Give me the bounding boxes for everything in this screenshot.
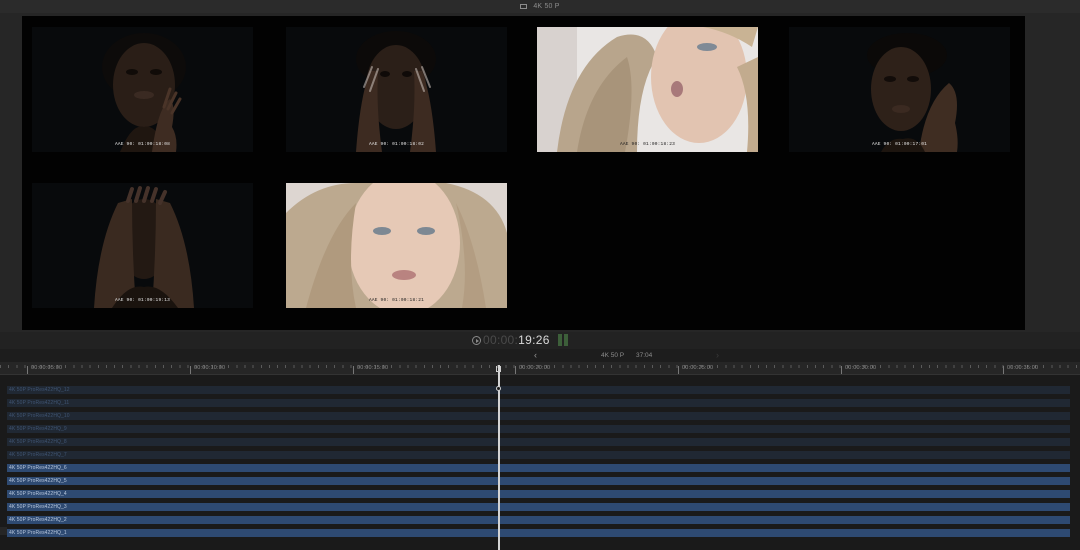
ruler-label: 00:00:05:00: [31, 365, 63, 371]
viewer-area: AAE 90: 01:00:18:08 AAE 90: 01:00:18:02: [0, 13, 1080, 332]
track-clip-8[interactable]: 4K 50P ProRes422HQ_8: [7, 438, 1070, 446]
film-icon: [520, 4, 528, 9]
audio-meter: [558, 334, 568, 346]
ruler-label: 00:00:35:00: [1007, 365, 1039, 371]
ruler-tick: [515, 366, 516, 374]
ruler-tick: [841, 366, 842, 374]
ruler-label: 00:00:15:00: [357, 365, 389, 371]
track-clip-7[interactable]: 4K 50P ProRes422HQ_7: [7, 451, 1070, 459]
angle-tile-1[interactable]: AAE 90: 01:00:18:08: [32, 27, 253, 152]
tile-timecode: AAE 90: 01:00:18:02: [368, 142, 425, 147]
angle-tile-3[interactable]: AAE 90: 01:00:18:23: [537, 27, 758, 152]
track-clip-9[interactable]: 4K 50P ProRes422HQ_9: [7, 425, 1070, 433]
angle-3-image: [537, 27, 758, 152]
ruler-tick: [1003, 366, 1004, 374]
ruler-tick: [190, 366, 191, 374]
angle-6-image: [286, 183, 507, 308]
track-clip-6[interactable]: 4K 50P ProRes422HQ_6: [7, 464, 1070, 472]
timeline-ruler[interactable]: 00:00:05:00 00:00:10:00 00:00:15:00 00:0…: [0, 362, 1080, 375]
forward-arrow-icon[interactable]: ›: [716, 350, 719, 360]
ruler-tick: [353, 366, 354, 374]
track-clip-3[interactable]: 4K 50P ProRes422HQ_3: [7, 503, 1070, 511]
back-arrow-icon[interactable]: ‹: [534, 350, 537, 360]
ruler-label: 00:00:10:00: [194, 365, 226, 371]
track-clip-4[interactable]: 4K 50P ProRes422HQ_4: [7, 490, 1070, 498]
timeline-duration: 37:04: [636, 352, 653, 359]
angle-1-image: [32, 27, 253, 152]
ruler-label: 00:00:25:00: [682, 365, 714, 371]
playhead-timecode[interactable]: 00:00:19:26: [483, 333, 550, 348]
angle-tile-2[interactable]: AAE 90: 01:00:18:02: [286, 27, 507, 152]
track-clip-5[interactable]: 4K 50P ProRes422HQ_5: [7, 477, 1070, 485]
transport-bar: 00:00:19:26: [0, 332, 1080, 349]
track-clip-1[interactable]: 4K 50P ProRes422HQ_1: [7, 529, 1070, 537]
timeline-format: 4K 50 P: [601, 352, 625, 359]
tile-timecode: AAE 90: 01:00:18:21: [368, 298, 425, 303]
tile-timecode: AAE 90: 01:00:18:23: [619, 142, 676, 147]
angle-tile-5[interactable]: AAE 90: 01:00:19:13: [32, 183, 253, 308]
multicam-viewer[interactable]: AAE 90: 01:00:18:08 AAE 90: 01:00:18:02: [22, 16, 1025, 330]
ruler-label: 00:00:20:00: [519, 365, 551, 371]
track-clip-11[interactable]: 4K 50P ProRes422HQ_11: [7, 399, 1070, 407]
angle-4-image: [789, 27, 1010, 152]
angle-2-image: [286, 27, 507, 152]
angle-5-image: [32, 183, 253, 308]
audio-meter-right: [564, 334, 568, 346]
tile-timecode: AAE 90: 01:00:17:01: [871, 142, 928, 147]
ruler-tick: [27, 366, 28, 374]
ruler-label: 00:00:30:00: [845, 365, 877, 371]
tile-timecode: AAE 90: 01:00:19:13: [114, 298, 171, 303]
window-title-bar: 4K 50 P: [0, 0, 1080, 13]
track-clip-10[interactable]: 4K 50P ProRes422HQ_10: [7, 412, 1070, 420]
tile-timecode: AAE 90: 01:00:18:08: [114, 142, 171, 147]
window-title: 4K 50 P: [533, 3, 560, 10]
playhead-line[interactable]: [498, 365, 500, 550]
audio-meter-left: [558, 334, 562, 346]
angle-tile-4[interactable]: AAE 90: 01:00:17:01: [789, 27, 1010, 152]
track-clip-2[interactable]: 4K 50P ProRes422HQ_2: [7, 516, 1070, 524]
track-stub: [0, 527, 7, 535]
play-icon[interactable]: [472, 336, 481, 345]
playhead-handle[interactable]: [496, 366, 501, 372]
timeline-header: ‹ 4K 50 P 37:04 ›: [0, 349, 1080, 362]
angle-tile-6[interactable]: AAE 90: 01:00:18:21: [286, 183, 507, 308]
timeline-tracks: 4K 50P ProRes422HQ_12 4K 50P ProRes422HQ…: [0, 375, 1080, 550]
ruler-tick: [678, 366, 679, 374]
track-clip-12[interactable]: 4K 50P ProRes422HQ_12: [7, 386, 1070, 394]
playhead-marker[interactable]: [496, 386, 501, 391]
